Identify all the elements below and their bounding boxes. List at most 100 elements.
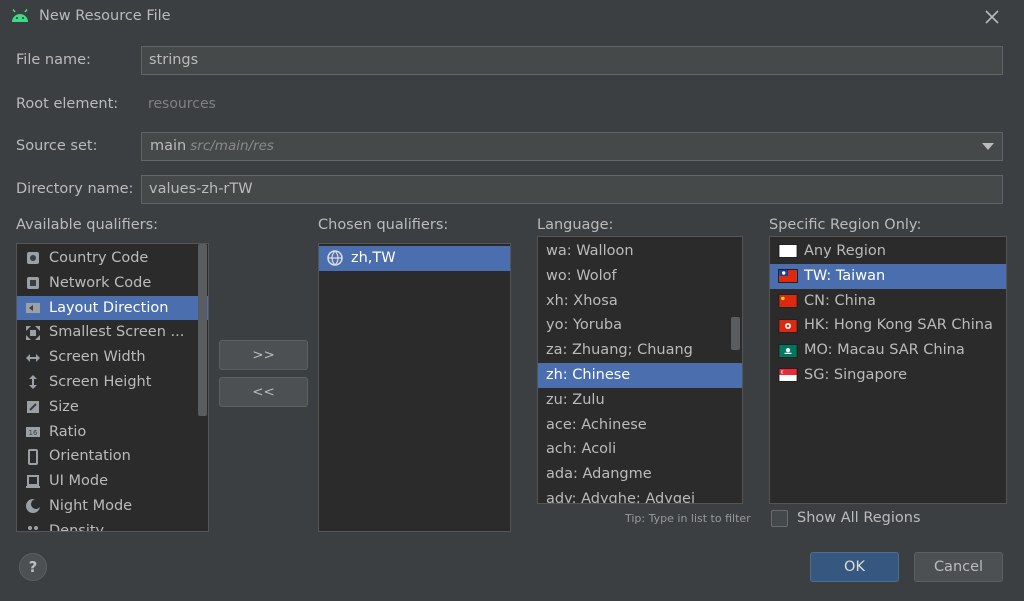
language-item[interactable]: ada: Adangme [538,462,742,487]
ui-mode-icon [26,474,40,488]
chosen-qualifier-item[interactable]: zh,TW [319,246,510,271]
source-set-value: main [150,138,187,154]
available-qualifier-item[interactable]: UI Mode [17,469,208,494]
list-item-label: wo: Wolof [546,267,617,284]
region-item-label: SG: Singapore [804,366,908,383]
available-qualifier-item[interactable]: Screen Width [17,345,208,370]
list-item-label: xh: Xhosa [546,292,618,309]
source-set-label: Source set: [16,138,98,154]
directory-name-label: Directory name: [16,181,134,197]
language-item[interactable]: wa: Walloon [538,239,742,264]
chevron-down-icon[interactable] [982,143,994,150]
region-item[interactable]: TW: Taiwan [770,263,1006,289]
help-button[interactable]: ? [19,553,47,581]
screen-height-icon [29,375,37,390]
available-qualifier-item[interactable]: Network Code [17,271,208,296]
language-item[interactable]: zh: Chinese [538,362,742,388]
source-set-select[interactable]: main src/main/res [141,132,1003,161]
region-label: Specific Region Only: [769,217,922,233]
close-icon[interactable] [985,10,999,24]
available-qualifier-item[interactable]: Layout Direction [17,295,208,321]
file-name-label: File name: [16,52,91,68]
list-item-label: Network Code [49,274,152,291]
list-item-label: Ratio [49,423,87,440]
language-list[interactable]: wa: Walloon wo: Wolof xh: Xhosa yo: Yoruba z… [537,236,743,504]
title-bar: New Resource File [0,0,1024,34]
network-code-icon [27,277,39,290]
directory-name-field[interactable]: values-zh-rTW [141,175,1003,204]
root-element-value: resources [148,96,216,112]
flag-sg-icon [778,368,798,383]
list-item-label: zh: Chinese [546,366,631,383]
list-item-label: zh,TW [351,250,396,266]
list-item-label: ady: Adyghe; Adygei [546,490,695,504]
available-qualifier-item[interactable]: Night Mode [17,494,208,519]
available-qualifier-item[interactable]: 16 Ratio [17,420,208,445]
chosen-qualifiers-list[interactable]: zh,TW [318,243,511,532]
night-mode-icon [26,499,41,514]
ok-button[interactable]: OK [810,552,899,582]
remove-qualifier-button[interactable]: << [219,377,308,407]
region-list[interactable]: Any Region TW: Taiwan CN: China HK: Hong Ko… [769,236,1007,504]
language-item[interactable]: ace: Achinese [538,413,742,438]
show-all-regions-label[interactable]: Show All Regions [797,510,921,526]
show-all-regions-checkbox[interactable] [771,510,788,527]
available-qualifier-item[interactable]: Density [17,519,208,531]
root-element-label: Root element: [16,96,119,112]
list-item-label: Screen Height [49,373,152,390]
language-item[interactable]: ady: Adyghe; Adygei [538,487,742,504]
list-item-label: Night Mode [49,497,133,514]
available-qualifier-item[interactable]: Smallest Screen ... [17,320,208,345]
list-item-label: ach: Acoli [546,441,617,458]
list-item-label: ada: Adangme [546,466,652,483]
available-qualifiers-scrollbar[interactable] [198,244,207,416]
list-item-label: Size [49,398,79,415]
orientation-icon [28,448,38,465]
language-item[interactable]: xh: Xhosa [538,289,742,314]
language-item[interactable]: zu: Zulu [538,388,742,413]
flag-blank-icon [778,244,798,259]
language-item[interactable]: ach: Acoli [538,437,742,462]
list-item-label: UI Mode [49,473,109,490]
region-item[interactable]: MO: Macau SAR China [770,338,1006,363]
region-item-label: MO: Macau SAR China [804,342,965,359]
list-item-label: Country Code [49,250,149,266]
cancel-button[interactable]: Cancel [914,552,1003,582]
language-label: Language: [537,217,614,233]
country-code-icon [27,252,39,265]
flag-tw-icon [778,269,798,284]
list-item-label: wa: Walloon [546,243,634,259]
region-item[interactable]: SG: Singapore [770,363,1006,388]
available-qualifier-item[interactable]: Country Code [17,246,208,271]
list-item-label: Screen Width [49,349,146,366]
language-item[interactable]: za: Zhuang; Chuang [538,338,742,363]
available-qualifier-item[interactable]: Size [17,395,208,420]
smallest-screen-icon [26,325,40,340]
flag-hk-icon [778,318,798,333]
region-item[interactable]: CN: China [770,289,1006,314]
language-item[interactable]: wo: Wolof [538,264,742,289]
size-icon [27,401,39,414]
screen-width-icon [26,353,40,362]
list-item-label: Smallest Screen ... [49,324,185,341]
language-scrollbar[interactable] [731,317,740,350]
layout-direction-icon [26,302,40,313]
region-item[interactable]: Any Region [770,239,1006,264]
dialog-title: New Resource File [39,8,171,24]
file-name-field[interactable]: strings [141,46,1003,75]
available-qualifier-item[interactable]: Orientation [17,444,208,469]
list-item-label: yo: Yoruba [546,317,622,334]
available-qualifier-item[interactable]: Screen Height [17,370,208,395]
filter-tip: Tip: Type in list to filter [625,512,751,525]
region-item[interactable]: HK: Hong Kong SAR China [770,313,1006,338]
density-icon [28,526,38,531]
android-icon [12,9,28,22]
close-button[interactable] [980,5,1004,29]
available-qualifiers-label: Available qualifiers: [16,217,159,233]
list-item-label: za: Zhuang; Chuang [546,342,693,359]
add-qualifier-button[interactable]: >> [219,340,308,370]
region-item-label: CN: China [804,292,876,309]
language-item[interactable]: yo: Yoruba [538,313,742,338]
svg-text:16: 16 [29,429,38,437]
available-qualifiers-list[interactable]: Country Code Network Code Layout Direction… [16,243,209,532]
